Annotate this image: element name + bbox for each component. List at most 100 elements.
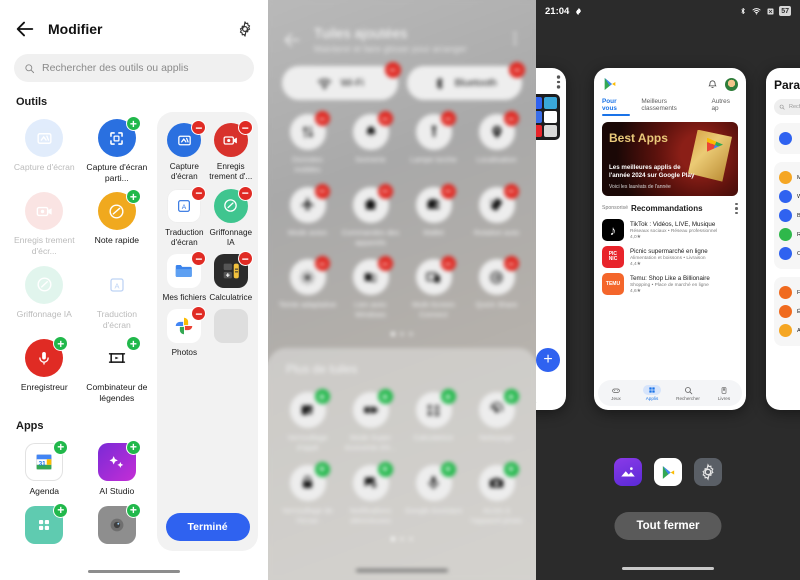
add-badge[interactable]: + <box>377 389 393 404</box>
selected-item[interactable]: − Calculatrice <box>208 249 254 304</box>
tile-item[interactable]: + Nettoyage <box>465 386 528 459</box>
settings-search-input[interactable]: Reche <box>774 99 800 115</box>
tool-item[interactable]: + Capture d'écran parti... <box>81 112 154 185</box>
add-badge[interactable]: + <box>503 461 519 477</box>
tool-item[interactable]: + Note rapide <box>81 185 154 258</box>
kebab-menu-icon[interactable] <box>557 75 561 89</box>
recent-card-left[interactable]: creenshots + Explorer <box>536 68 566 410</box>
nav-applis[interactable]: Applis <box>634 385 670 401</box>
add-badge[interactable]: + <box>53 439 69 455</box>
tile-item[interactable]: − Teinte adaptative <box>276 253 339 326</box>
add-badge[interactable]: + <box>377 461 393 477</box>
playstore-tabs[interactable]: Pour vous Meilleurs classements Autres a… <box>594 92 746 112</box>
recent-card-settings[interactable]: Paramètres Reche Mo Wi Blu <box>766 68 800 410</box>
tab-meilleurs-classements[interactable]: Meilleurs classements <box>641 98 702 112</box>
search-input[interactable]: Rechercher des outils ou applis <box>14 54 254 82</box>
avatar[interactable] <box>725 77 738 91</box>
tile-wifi[interactable]: Wi-Fi − <box>282 62 401 100</box>
tab-autres[interactable]: Autres ap <box>711 98 738 112</box>
remove-badge[interactable]: − <box>191 120 207 135</box>
tile-item[interactable]: − Mode avion <box>276 181 339 254</box>
settings-row[interactable]: Wi <box>779 187 800 206</box>
remove-badge[interactable]: − <box>440 183 456 199</box>
add-badge[interactable]: + <box>125 116 141 131</box>
add-badge[interactable]: + <box>125 502 141 518</box>
selected-item[interactable]: − Photos <box>161 304 207 359</box>
tile-item[interactable]: + Google Assistant <box>402 459 465 532</box>
selected-item[interactable]: − Mes fichiers <box>161 249 207 304</box>
close-all-button[interactable]: Tout fermer <box>614 512 722 540</box>
nav-livres[interactable]: Livres <box>706 386 742 401</box>
back-arrow-icon[interactable] <box>282 30 302 50</box>
remove-badge[interactable]: − <box>377 256 393 272</box>
selected-item[interactable]: − Griffonnage IA <box>208 184 254 250</box>
tile-item[interactable]: − Wallet <box>402 181 465 254</box>
remove-badge[interactable]: − <box>440 256 456 272</box>
settings-row[interactable]: Fo <box>779 283 800 302</box>
settings-app-icon[interactable] <box>694 458 722 486</box>
gallery-bottom-nav[interactable]: Explorer <box>536 391 566 406</box>
app-list-item[interactable]: PIC NIC Picnic supermarché en ligne Alime… <box>594 241 746 269</box>
remove-badge[interactable]: − <box>377 111 393 126</box>
tool-item[interactable]: + Combinateur de légendes <box>81 332 154 405</box>
tab-pour-vous[interactable]: Pour vous <box>602 98 632 112</box>
tile-item[interactable]: + Notifications silencieuses <box>339 459 402 532</box>
remove-badge[interactable]: − <box>503 256 519 272</box>
bell-icon[interactable] <box>707 79 718 90</box>
add-badge[interactable]: + <box>53 336 69 352</box>
add-badge[interactable]: + <box>440 461 456 477</box>
tile-item[interactable]: − Rotation auto <box>465 181 528 254</box>
done-button[interactable]: Terminé <box>165 512 250 541</box>
add-badge[interactable]: + <box>314 461 330 477</box>
remove-badge[interactable]: − <box>237 120 253 135</box>
settings-row[interactable]: Mo <box>779 168 800 187</box>
add-badge[interactable]: + <box>125 439 141 455</box>
gear-icon[interactable] <box>236 20 254 38</box>
tile-item[interactable]: − Commandes des appareils <box>339 181 402 254</box>
app-list-item[interactable]: ♪ TikTok : Vidéos, LIVE, Musique Réseaux… <box>594 214 746 242</box>
tool-item[interactable]: + Enregistreur <box>8 332 81 405</box>
remove-badge[interactable]: − <box>377 183 393 199</box>
gallery-app-icon[interactable] <box>614 458 642 486</box>
add-fab-button[interactable]: + <box>536 348 560 372</box>
tool-item[interactable]: Griffonnage IA <box>8 259 81 332</box>
tile-item[interactable]: − Sonnerie <box>339 108 402 181</box>
remove-badge[interactable]: − <box>191 185 207 201</box>
app-item[interactable]: + <box>8 499 81 551</box>
remove-badge[interactable]: − <box>503 111 519 126</box>
tile-item[interactable]: + Verrouillage d'appli <box>276 386 339 459</box>
hero-banner[interactable]: Best Apps Les meilleures applis de l'ann… <box>602 121 738 196</box>
selected-item[interactable]: A − Traduction d'écran <box>161 184 207 250</box>
settings-row[interactable]: Aff <box>779 321 800 340</box>
remove-badge[interactable]: − <box>384 62 401 78</box>
tile-item[interactable]: + Calculatrice <box>402 386 465 459</box>
add-badge[interactable]: + <box>53 502 69 518</box>
add-badge[interactable]: + <box>503 389 519 404</box>
add-badge[interactable]: + <box>125 336 141 352</box>
tile-item[interactable]: − Multi-Screen Connect <box>402 253 465 326</box>
nav-rechercher[interactable]: Rechercher <box>670 386 706 401</box>
tile-item[interactable]: + Verrouillage de l'écran <box>276 459 339 532</box>
remove-badge[interactable]: − <box>503 183 519 199</box>
app-item[interactable]: 31 + Agenda <box>8 436 81 499</box>
recent-card-playstore[interactable]: Pour vous Meilleurs classements Autres a… <box>594 68 746 410</box>
playstore-bottom-nav[interactable]: Jeux Applis Rechercher Livres <box>598 380 742 406</box>
tile-item[interactable]: − Lampe torche <box>402 108 465 181</box>
remove-badge[interactable]: − <box>440 111 456 126</box>
app-item[interactable]: + AI Studio <box>81 436 154 499</box>
back-arrow-icon[interactable] <box>14 18 36 40</box>
remove-badge[interactable]: − <box>314 111 330 126</box>
remove-badge[interactable]: − <box>314 256 330 272</box>
remove-badge[interactable]: − <box>237 251 253 266</box>
tool-item[interactable]: A Traduction d'écran <box>81 259 154 332</box>
pager-more[interactable] <box>268 537 536 542</box>
remove-badge[interactable]: − <box>314 183 330 199</box>
tile-item[interactable]: − Localisation <box>465 108 528 181</box>
app-list-item[interactable]: TEMU Temu: Shop Like a Billionaire Shopp… <box>594 268 746 296</box>
tile-item[interactable]: − Lien avec Windows <box>339 253 402 326</box>
tile-item[interactable]: − Données mobiles <box>276 108 339 181</box>
settings-row[interactable]: Éc ve <box>779 302 800 321</box>
tile-item[interactable]: + Accès à l'appareil photo <box>465 459 528 532</box>
remove-badge[interactable]: − <box>237 185 253 201</box>
settings-row[interactable]: Blu <box>779 206 800 225</box>
